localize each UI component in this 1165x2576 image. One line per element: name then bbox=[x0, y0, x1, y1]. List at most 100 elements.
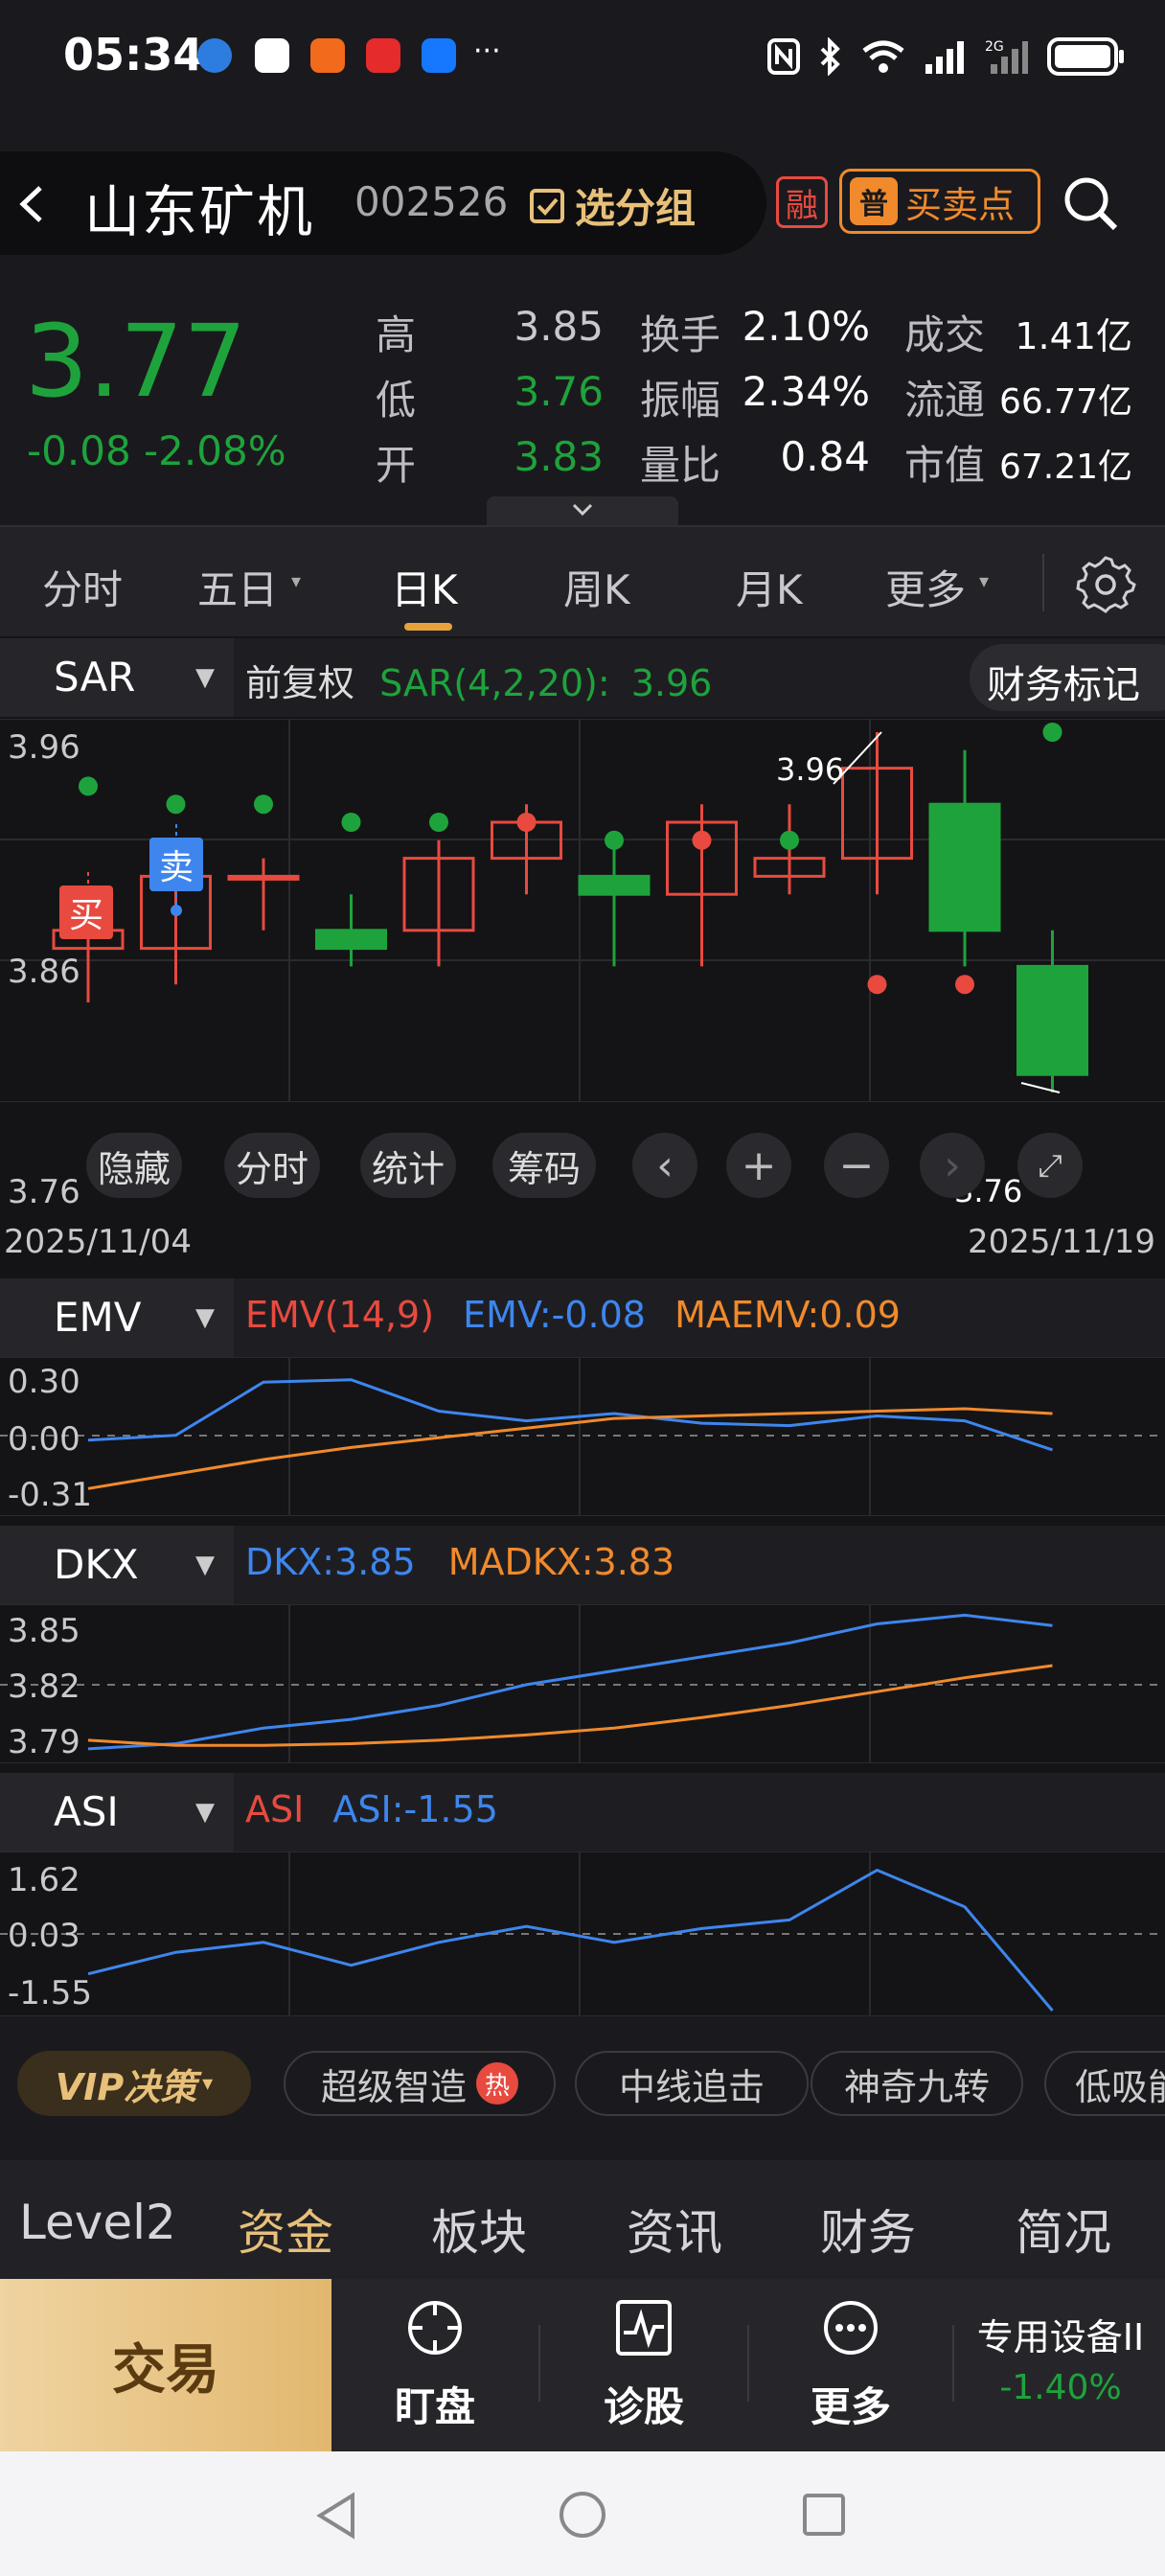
series-line-dkx bbox=[87, 1613, 1053, 1751]
chip-super-manufacturing[interactable]: 超级智造 热 bbox=[284, 2051, 556, 2116]
hide-button[interactable]: 隐藏 bbox=[86, 1133, 182, 1198]
sar-header: SAR ▼ 前复权 SAR(4,2,20): 3.96 财务标记 bbox=[0, 638, 1165, 717]
diagnose-button[interactable]: 诊股 bbox=[567, 2298, 720, 2433]
dkx-header: DKX ▼ DKX:3.85 MADKX:3.83 bbox=[0, 1526, 1165, 1604]
watch-button[interactable]: 盯盘 bbox=[358, 2298, 512, 2433]
tab-daily-k[interactable]: 日K bbox=[391, 558, 458, 616]
tab-news[interactable]: 资讯 bbox=[627, 2195, 722, 2264]
sector-name: 专用设备II bbox=[976, 2316, 1145, 2358]
quote-label-volume-ratio: 量比 bbox=[640, 442, 721, 489]
bottom-divider-1 bbox=[538, 2325, 540, 2402]
sar-axis-mid: 3.86 bbox=[8, 953, 80, 991]
series-line-emv bbox=[87, 1378, 1053, 1452]
candlestick-chart[interactable] bbox=[0, 719, 1165, 1102]
nav-home-icon[interactable] bbox=[558, 2490, 607, 2540]
hot-badge-icon: 热 bbox=[476, 2062, 518, 2104]
dkx-selector[interactable]: DKX ▼ bbox=[0, 1526, 234, 1604]
tab-profile[interactable]: 简况 bbox=[1016, 2195, 1111, 2264]
intraday-button[interactable]: 分时 bbox=[224, 1133, 320, 1198]
series-line-maemv bbox=[87, 1407, 1053, 1490]
buy-sell-points-button[interactable]: 普 买卖点 bbox=[839, 169, 1040, 234]
sar-point bbox=[780, 830, 799, 850]
next-icon[interactable]: › bbox=[920, 1133, 985, 1198]
emv-selector[interactable]: EMV ▼ bbox=[0, 1278, 234, 1357]
sector-ticker[interactable]: 专用设备II -1.40% bbox=[956, 2308, 1165, 2407]
sar-point bbox=[1042, 723, 1062, 742]
chart-area[interactable]: SAR ▼ 前复权 SAR(4,2,20): 3.96 财务标记 3.96 3.… bbox=[0, 636, 1165, 2016]
emv-values: EMV(14,9) EMV:-0.08 MAEMV:0.09 bbox=[245, 1294, 901, 1336]
more-dots-icon bbox=[824, 2301, 878, 2355]
asi-values: ASI ASI:-1.55 bbox=[245, 1788, 498, 1830]
prev-icon[interactable]: ‹ bbox=[632, 1133, 697, 1198]
search-icon[interactable] bbox=[1062, 174, 1121, 234]
margin-trading-badge[interactable]: 融 bbox=[776, 176, 828, 228]
date-end: 2025/11/19 bbox=[968, 1223, 1155, 1261]
tab-monthly-k[interactable]: 月K bbox=[736, 558, 803, 616]
sar-point bbox=[516, 813, 537, 832]
diagnose-label: 诊股 bbox=[603, 2383, 684, 2430]
tab-sector[interactable]: 板块 bbox=[431, 2195, 527, 2264]
statistics-button[interactable]: 统计 bbox=[360, 1133, 456, 1198]
emv-chart[interactable] bbox=[0, 1357, 1165, 1516]
tab-five-day[interactable]: 五日 bbox=[197, 558, 278, 616]
chip-low-absorb[interactable]: 低吸能 bbox=[1044, 2051, 1165, 2116]
browser-app-icon bbox=[197, 38, 232, 73]
back-arrow-icon[interactable] bbox=[13, 182, 52, 226]
settings-gear-icon[interactable] bbox=[1075, 552, 1136, 613]
quote-value-volume-ratio: 0.84 bbox=[780, 433, 870, 480]
status-right-icons: 2G bbox=[766, 33, 1127, 80]
chip-magic-nine-turn[interactable]: 神奇九转 bbox=[811, 2051, 1023, 2116]
chips-button[interactable]: 筹码 bbox=[492, 1133, 596, 1198]
emv-value: EMV:-0.08 bbox=[463, 1294, 646, 1336]
sar-point bbox=[79, 776, 98, 796]
more-button[interactable]: 更多 bbox=[774, 2298, 927, 2433]
crosshair-icon bbox=[408, 2301, 462, 2355]
asi-label: ASI bbox=[245, 1788, 305, 1830]
tab-finance[interactable]: 财务 bbox=[820, 2195, 916, 2264]
asi-selector[interactable]: ASI ▼ bbox=[0, 1773, 234, 1852]
tab-level2[interactable]: Level2 bbox=[19, 2195, 176, 2250]
trade-button[interactable]: 交易 bbox=[0, 2279, 331, 2451]
sar-values: 前复权 SAR(4,2,20): 3.96 bbox=[245, 654, 712, 706]
tab-funds[interactable]: 资金 bbox=[238, 2195, 333, 2264]
dkx-value: DKX:3.85 bbox=[245, 1541, 416, 1583]
zoom-out-icon[interactable]: − bbox=[824, 1133, 889, 1198]
nav-back-icon[interactable] bbox=[312, 2490, 360, 2542]
asi-axis-top: 1.62 bbox=[8, 1861, 80, 1899]
buy-signal-badge[interactable]: 买 bbox=[59, 886, 113, 939]
chip-mid-term-chase[interactable]: 中线追击 bbox=[575, 2051, 809, 2116]
vip-decision-chip[interactable]: VIP决策 ▾ bbox=[17, 2051, 251, 2116]
candle-body bbox=[315, 929, 387, 951]
signal-2g-icon: 2G bbox=[985, 39, 1028, 74]
stock-name: 山东矿机 bbox=[84, 179, 315, 244]
tab-intraday[interactable]: 分时 bbox=[42, 558, 123, 616]
tab-more[interactable]: 更多 bbox=[885, 558, 966, 616]
sar-point bbox=[429, 813, 448, 832]
quote-label-volume: 成交 bbox=[904, 311, 986, 358]
emv-header: EMV ▼ EMV(14,9) EMV:-0.08 MAEMV:0.09 bbox=[0, 1278, 1165, 1357]
chip-super-manufacturing-label: 超级智造 bbox=[320, 2065, 467, 2108]
series-line-asi bbox=[87, 1868, 1054, 2012]
asi-chart[interactable] bbox=[0, 1852, 1165, 2016]
expand-quote-tab[interactable] bbox=[487, 496, 678, 525]
sar-point bbox=[605, 830, 624, 850]
quote-value-volume: 1.41亿 bbox=[1015, 315, 1132, 357]
asi-axis-mid: 0.03 bbox=[8, 1917, 80, 1955]
sar-axis-bot: 3.76 bbox=[8, 1173, 80, 1211]
select-group-button[interactable]: 选分组 bbox=[529, 176, 696, 235]
dkx-chart[interactable] bbox=[0, 1604, 1165, 1763]
asi-header: ASI ▼ ASI ASI:-1.55 bbox=[0, 1773, 1165, 1852]
sar-selector[interactable]: SAR ▼ bbox=[0, 638, 234, 717]
nav-recents-icon[interactable] bbox=[801, 2492, 847, 2538]
watch-label: 盯盘 bbox=[394, 2383, 475, 2430]
dkx-axis-mid: 3.82 bbox=[8, 1668, 80, 1706]
fullscreen-icon[interactable]: ⤢ bbox=[1017, 1133, 1083, 1198]
quote-value-float-cap: 66.77亿 bbox=[998, 382, 1132, 422]
tab-weekly-k[interactable]: 周K bbox=[563, 558, 630, 616]
sell-signal-badge[interactable]: 卖 bbox=[149, 838, 203, 891]
quote-label-turnover: 换手 bbox=[640, 311, 721, 358]
candle-body bbox=[928, 802, 1001, 932]
sar-point bbox=[955, 975, 974, 995]
financial-marks-button[interactable]: 财务标记 bbox=[970, 644, 1165, 711]
zoom-in-icon[interactable]: + bbox=[726, 1133, 791, 1198]
